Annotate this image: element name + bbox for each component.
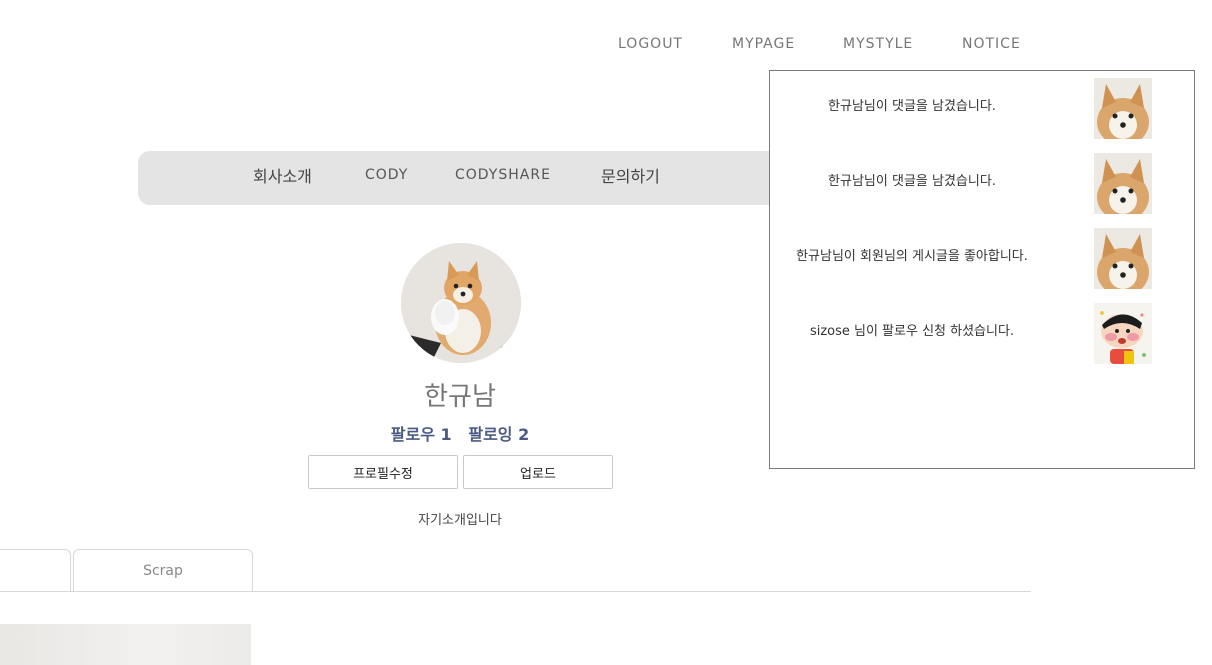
dog-thumbnail-image [1094,228,1152,289]
notification-thumbnail [1094,303,1152,364]
logout-link[interactable]: LOGOUT [618,36,683,52]
notification-text: 한규남님이 댓글을 남겼습니다. [828,174,996,189]
post-thumbnail[interactable] [0,624,251,665]
follower-label: 팔로우 [390,425,435,444]
notification-thumbnail [1094,153,1152,214]
cartoon-thumbnail-image [1094,303,1152,364]
following-label: 팔로잉 [468,425,513,444]
dog-thumbnail-image [1094,153,1152,214]
tab-posts[interactable] [0,549,71,592]
tab-divider [0,591,1031,592]
mystyle-link[interactable]: MYSTYLE [843,36,913,52]
notification-item[interactable]: 한규남님이 회원님의 게시글을 좋아합니다. [770,228,1194,290]
notification-item[interactable]: 한규남님이 댓글을 남겼습니다. [770,78,1194,140]
notification-thumbnail [1094,228,1152,289]
upload-button[interactable]: 업로드 [463,455,613,489]
follow-stats: 팔로우 1 팔로잉 2 [360,421,560,445]
top-nav: LOGOUT MYPAGE MYSTYLE NOTICE [0,36,1212,56]
notification-text: 한규남님이 댓글을 남겼습니다. [828,99,996,114]
notification-text: sizose 님이 팔로우 신청 하셨습니다. [809,324,1015,339]
notice-link[interactable]: NOTICE [962,36,1021,52]
notification-text: 한규남님이 회원님의 게시글을 좋아합니다. [796,249,1028,264]
mypage-link[interactable]: MYPAGE [732,36,795,52]
follower-stat[interactable]: 팔로우 1 [391,425,452,444]
dog-avatar-image [401,243,521,363]
following-count: 2 [518,425,530,444]
tab-scrap[interactable]: Scrap [73,549,253,592]
nav-codyshare[interactable]: CODYSHARE [455,167,551,183]
notification-thumbnail [1094,78,1152,139]
profile-username: 한규남 [424,382,496,412]
notification-panel: 한규남님이 댓글을 남겼습니다. 한규남님이 댓글을 남겼습니다. 한규남님이 … [769,70,1195,469]
notification-item[interactable]: 한규남님이 댓글을 남겼습니다. [770,153,1194,215]
dog-thumbnail-image [1094,78,1152,139]
notification-item[interactable]: sizose 님이 팔로우 신청 하셨습니다. [770,303,1194,365]
nav-company[interactable]: 회사소개 [253,163,312,187]
nav-inquiry[interactable]: 문의하기 [601,163,660,187]
edit-profile-button[interactable]: 프로필수정 [308,455,458,489]
profile-avatar [401,243,521,363]
nav-cody[interactable]: CODY [365,167,408,183]
profile-bio: 자기소개입니다 [418,513,502,528]
follower-count: 1 [440,425,452,444]
following-stat[interactable]: 팔로잉 2 [468,425,529,444]
